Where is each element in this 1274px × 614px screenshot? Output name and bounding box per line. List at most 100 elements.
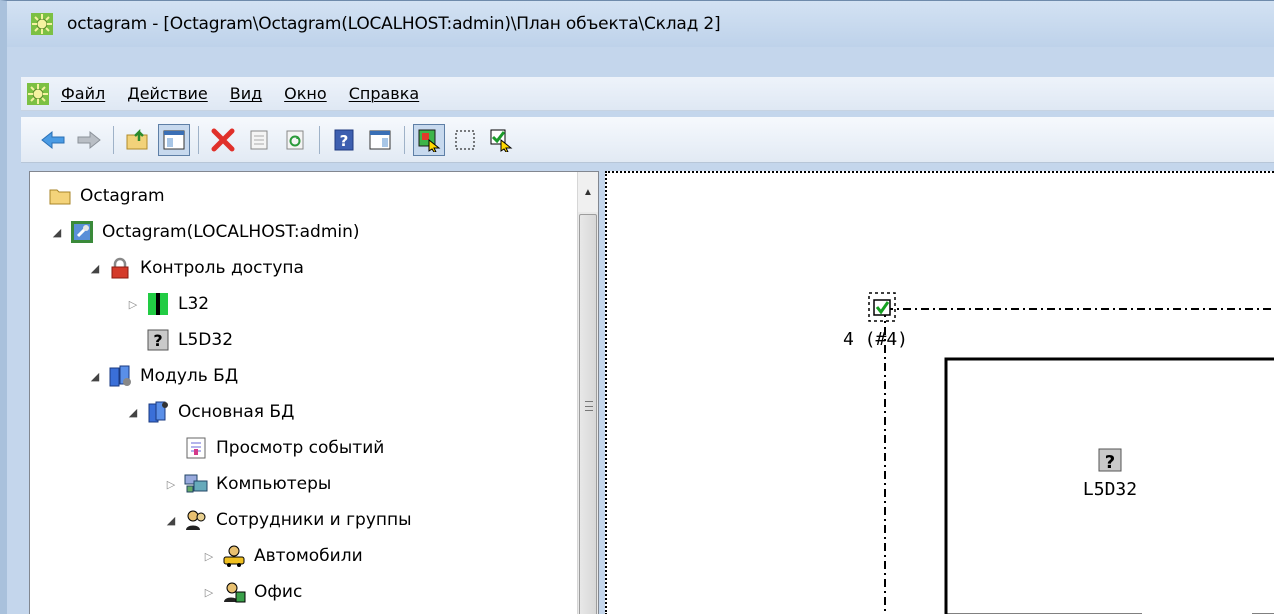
details-view-icon xyxy=(369,130,391,149)
tree-item-label: Контроль доступа xyxy=(140,258,304,278)
tree-item-label: Просмотр событий xyxy=(216,438,385,458)
tree-item-label: Модуль БД xyxy=(140,366,239,386)
tree-item[interactable]: ? L5D32 xyxy=(126,322,233,358)
main-body: Octagram ◢ Octagram(LOCALHOST:admin) ◢ Контр… xyxy=(21,167,1274,614)
expanded-arrow-icon[interactable]: ◢ xyxy=(50,226,64,239)
tree-item[interactable]: ▷ L32 xyxy=(126,286,209,322)
controller-icon xyxy=(146,292,170,316)
details-view-button[interactable] xyxy=(364,124,396,156)
tree-item-label: Octagram(LOCALHOST:admin) xyxy=(102,222,360,242)
menu-file[interactable]: Файл xyxy=(61,84,105,103)
collapsed-arrow-icon[interactable]: ▷ xyxy=(202,586,216,599)
expanded-arrow-icon[interactable]: ◢ xyxy=(88,370,102,383)
device-label: L5D32 xyxy=(1083,479,1137,500)
floor-plan: 4 (#4) ? L5D32 xyxy=(843,292,1274,614)
toolbar-separator xyxy=(113,125,114,154)
help-button[interactable]: ? xyxy=(328,124,360,156)
show-hide-tree-icon xyxy=(163,130,185,149)
select-tool-icon xyxy=(418,129,441,152)
tree-item-label: Сотрудники и группы xyxy=(216,510,412,530)
server-icon xyxy=(70,220,94,244)
object-tree-panel: Octagram ◢ Octagram(LOCALHOST:admin) ◢ Контр… xyxy=(29,171,599,614)
menu-help[interactable]: Справка xyxy=(349,84,420,103)
up-level-button[interactable] xyxy=(122,124,154,156)
computers-icon xyxy=(184,472,208,496)
help-icon: ? xyxy=(334,129,354,150)
selection-rect-icon xyxy=(455,130,475,149)
lock-icon xyxy=(108,256,132,280)
collapsed-arrow-icon[interactable]: ▷ xyxy=(202,550,216,563)
collapsed-arrow-icon[interactable]: ▷ xyxy=(164,478,178,491)
show-tree-button[interactable] xyxy=(158,123,190,156)
expanded-arrow-icon[interactable]: ◢ xyxy=(88,262,102,275)
scroll-grip-icon xyxy=(585,401,593,411)
toolbar: ? xyxy=(21,117,1274,163)
tree-item[interactable]: ▷ Компьютеры xyxy=(164,466,332,502)
tree-item[interactable]: ◢ Контроль доступа xyxy=(88,250,304,286)
menu-action[interactable]: Действие xyxy=(127,84,208,103)
properties-button[interactable] xyxy=(243,124,275,156)
svg-text:?: ? xyxy=(340,132,349,150)
door-device-marker[interactable] xyxy=(868,292,896,322)
car-group-icon xyxy=(222,544,246,568)
scroll-up-button[interactable]: ▲ xyxy=(578,172,598,212)
menu-view[interactable]: Вид xyxy=(230,84,262,103)
select-tool-button[interactable] xyxy=(413,123,445,156)
refresh-icon xyxy=(286,130,304,149)
door-label: 4 (#4) xyxy=(843,329,908,350)
plan-canvas[interactable]: 4 (#4) ? L5D32 xyxy=(605,171,1274,614)
tree-item-label: Основная БД xyxy=(178,402,295,422)
door-zone-outline xyxy=(884,308,1274,614)
app-window: octagram - [Octagram\Octagram(LOCALHOST:… xyxy=(0,0,1274,614)
toolbar-separator xyxy=(319,125,320,154)
back-button[interactable] xyxy=(37,124,69,156)
tree-vertical-scrollbar[interactable]: ▲ xyxy=(577,172,598,614)
database-icon xyxy=(146,400,170,424)
plan-device-l5d32[interactable]: ? L5D32 xyxy=(1083,448,1137,500)
folder-icon xyxy=(48,184,72,208)
delete-icon xyxy=(211,128,235,151)
tree-item-label: Octagram xyxy=(80,186,165,206)
octagram-app-icon xyxy=(31,13,53,35)
unknown-device-icon: ? xyxy=(146,328,170,352)
expanded-arrow-icon[interactable]: ◢ xyxy=(164,514,178,527)
tree-item[interactable]: ◢ Модуль БД xyxy=(88,358,238,394)
title-bar[interactable]: octagram - [Octagram\Octagram(LOCALHOST:… xyxy=(7,1,1274,47)
svg-text:?: ? xyxy=(153,331,162,350)
expanded-arrow-icon[interactable]: ◢ xyxy=(126,406,140,419)
edit-object-icon xyxy=(490,129,513,152)
forward-arrow-icon xyxy=(77,130,101,149)
back-arrow-icon xyxy=(41,130,65,149)
tree-item[interactable]: ◢ Octagram(LOCALHOST:admin) xyxy=(50,214,360,250)
event-log-icon xyxy=(184,436,208,460)
tree-item-label: L32 xyxy=(178,294,210,314)
window-title: octagram - [Octagram\Octagram(LOCALHOST:… xyxy=(67,14,721,34)
forward-button[interactable] xyxy=(73,124,105,156)
rect-select-button[interactable] xyxy=(449,124,481,156)
delete-button[interactable] xyxy=(207,124,239,156)
refresh-button[interactable] xyxy=(279,124,311,156)
system-menu-icon[interactable] xyxy=(27,82,49,105)
tree-item[interactable]: ◢ Основная БД xyxy=(126,394,294,430)
edit-object-button[interactable] xyxy=(485,124,517,156)
people-icon xyxy=(184,508,208,532)
tree-item[interactable]: Octagram xyxy=(48,178,165,214)
database-module-icon xyxy=(108,364,132,388)
tree-item[interactable]: ◢ Сотрудники и группы xyxy=(164,502,412,538)
tree-item-label: Офис xyxy=(254,582,303,602)
toolbar-separator xyxy=(404,125,405,154)
tree-item-label: Автомобили xyxy=(254,546,363,566)
menu-bar: Файл Действие Вид Окно Справка xyxy=(21,77,1274,111)
menu-window[interactable]: Окно xyxy=(284,84,327,103)
scroll-thumb[interactable] xyxy=(579,214,597,614)
collapsed-arrow-icon[interactable]: ▷ xyxy=(126,298,140,311)
question-mark-icon: ? xyxy=(1105,452,1115,473)
tree-item-label: Компьютеры xyxy=(216,474,332,494)
tree-item[interactable]: Просмотр событий xyxy=(164,430,384,466)
up-folder-icon xyxy=(126,128,148,149)
properties-icon xyxy=(250,130,268,149)
tree-item[interactable]: ▷ Автомобили xyxy=(202,538,363,574)
tree-item-label: L5D32 xyxy=(178,330,234,350)
office-group-icon xyxy=(222,580,246,604)
tree-item[interactable]: ▷ Офис xyxy=(202,574,302,610)
